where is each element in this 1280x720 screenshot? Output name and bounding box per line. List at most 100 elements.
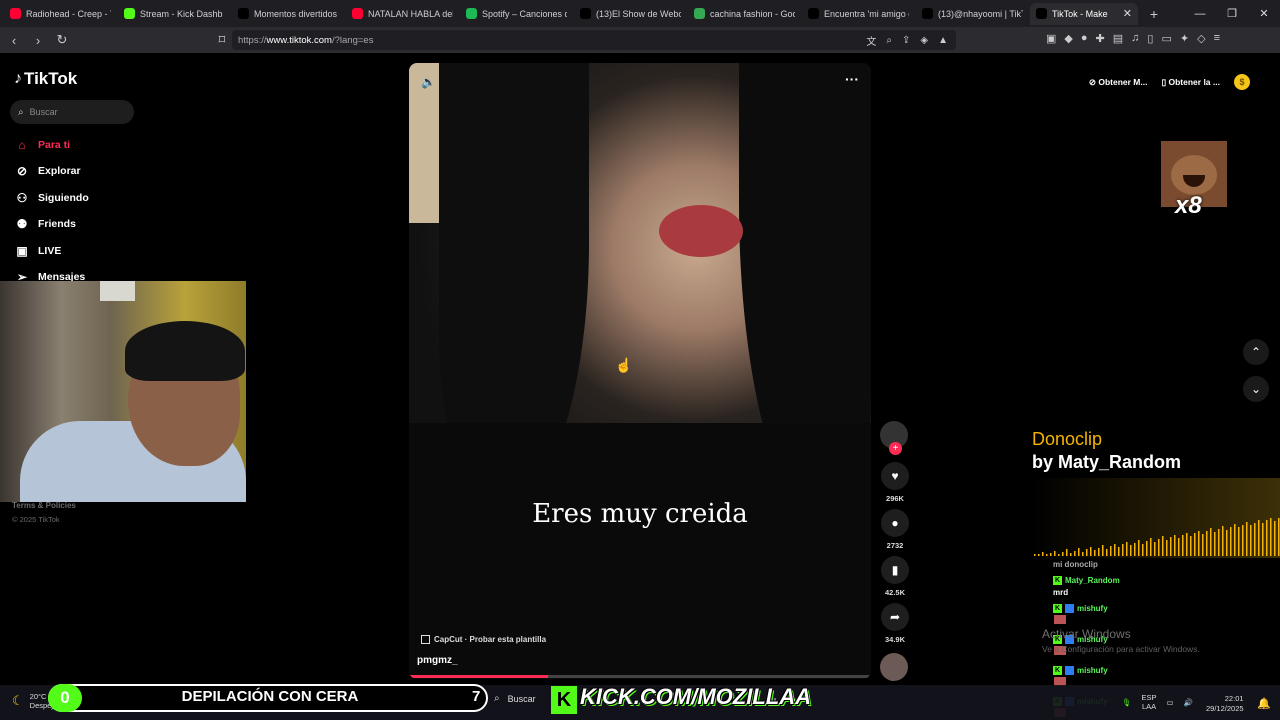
music-disc[interactable] xyxy=(880,653,908,681)
coin-icon[interactable]: $ xyxy=(1234,74,1250,90)
browser-tab[interactable]: TikTok - Make ✕ xyxy=(1030,2,1138,25)
browser-tab[interactable]: (13)El Show de Webon xyxy=(574,3,687,25)
reload-icon[interactable]: ↻ xyxy=(52,30,72,50)
tab-favicon-icon xyxy=(694,8,705,19)
comment-icon[interactable]: ● xyxy=(881,509,909,537)
live-icon: ▣ xyxy=(16,243,28,258)
follow-plus-icon[interactable]: + xyxy=(889,442,902,455)
visualizer-bar xyxy=(1098,548,1100,556)
url-prefix: https:// xyxy=(238,34,267,46)
get-app-label: Obtener la ... xyxy=(1168,76,1221,87)
like-icon[interactable]: ♥ xyxy=(881,462,909,490)
comment-action[interactable]: ● 2732 xyxy=(880,509,910,550)
sidebar-item-live[interactable]: ▣ LIVE xyxy=(14,244,61,258)
new-tab-button[interactable]: + xyxy=(1145,5,1163,23)
chat-avatar xyxy=(1054,615,1066,624)
visualizer-bar xyxy=(1058,554,1060,556)
get-coins-button[interactable]: ⊘ Obtener M... xyxy=(1089,77,1148,88)
visualizer-bar xyxy=(1178,538,1180,556)
search-input[interactable]: ⌕ Buscar xyxy=(10,100,134,124)
visualizer-bar xyxy=(1210,528,1212,556)
extension-icon[interactable]: ▤ xyxy=(1113,32,1123,45)
visualizer-bar xyxy=(1174,535,1176,556)
taskbar-search[interactable]: ⌕ Buscar xyxy=(494,693,536,704)
sidebar-item-para-ti[interactable]: ⌂ Para ti xyxy=(14,138,70,152)
maximize-button[interactable]: ❐ xyxy=(1216,7,1248,20)
volume-icon[interactable]: 🔈 xyxy=(421,75,436,89)
like-action[interactable]: ♥ 296K xyxy=(880,462,910,503)
next-video-button[interactable]: ⌄ xyxy=(1243,376,1269,402)
get-coins-label: Obtener M... xyxy=(1098,76,1148,87)
bookmark-icon[interactable]: ⌑ xyxy=(212,30,232,50)
visualizer-bar xyxy=(1218,529,1220,556)
chat-username[interactable]: K Maty_Random xyxy=(1053,576,1120,585)
tiktok-logo[interactable]: ♪ TikTok xyxy=(14,69,77,89)
notification-bell-icon[interactable]: 🔔 xyxy=(1257,697,1271,710)
taskbar-clock[interactable]: 22:01 29/12/2025 xyxy=(1206,694,1244,714)
visualizer-bar xyxy=(1206,531,1208,556)
browser-tab[interactable]: NATALAN HABLA del T xyxy=(346,3,459,25)
more-options-icon[interactable]: ··· xyxy=(845,71,859,87)
close-window-button[interactable]: ✕ xyxy=(1248,7,1280,20)
forward-icon[interactable]: › xyxy=(28,30,48,50)
address-bar[interactable]: https://www.tiktok.com/?lang=es 文 ⌕ ⇪ ◈ … xyxy=(232,30,956,50)
browser-tab[interactable]: Encuentra 'mi amigo g xyxy=(802,3,915,25)
previous-video-button[interactable]: ⌃ xyxy=(1243,339,1269,365)
capcut-template-link[interactable]: CapCut · Probar esta plantilla xyxy=(421,635,546,644)
visualizer-bar xyxy=(1106,549,1108,556)
extension-icon[interactable]: ● xyxy=(1081,32,1088,45)
browser-tab[interactable]: (13)@nhayoomi | TikTo xyxy=(916,3,1029,25)
chat-username[interactable]: Kmishufy xyxy=(1053,604,1108,613)
browser-tab[interactable]: Spotify – Canciones qu xyxy=(460,3,573,25)
shield-icon[interactable]: ◈ xyxy=(920,35,928,46)
browser-tab[interactable]: Stream - Kick Dashb xyxy=(118,3,231,25)
terms-link[interactable]: Terms & Policies xyxy=(12,501,76,510)
wallet-icon[interactable]: ▭ xyxy=(1161,32,1171,45)
menu-icon[interactable]: ≡ xyxy=(1214,32,1220,45)
browser-tab[interactable]: Momentos divertidos xyxy=(232,3,345,25)
minimize-button[interactable]: — xyxy=(1184,8,1216,20)
share-page-icon[interactable]: ⇪ xyxy=(902,35,910,46)
get-app-button[interactable]: ▯ Obtener la ... xyxy=(1161,77,1220,88)
visualizer-bar xyxy=(1222,526,1224,556)
close-tab-icon[interactable]: ✕ xyxy=(1123,7,1132,20)
sidebar-item-siguiendo[interactable]: ⚇ Siguiendo xyxy=(14,191,89,205)
vpn-icon[interactable]: ◇ xyxy=(1197,32,1205,45)
chat-username[interactable]: Kmishufy xyxy=(1053,666,1108,675)
mic-icon[interactable]: 🎙 xyxy=(1122,698,1132,707)
video-player[interactable]: 🔈 ··· ☝ Eres muy creida CapCut · Probar … xyxy=(409,63,871,679)
sparkle-icon[interactable]: ✦ xyxy=(1180,32,1189,45)
sidebar-item-explorar[interactable]: ⊘ Explorar xyxy=(14,164,81,178)
sidebar-item-friends[interactable]: ⚉ Friends xyxy=(14,217,76,231)
search-placeholder: Buscar xyxy=(29,107,58,117)
weather-widget[interactable]: ☾ 20°C Despej xyxy=(12,692,53,710)
browser-tab[interactable]: cachina fashion - Goog xyxy=(688,3,801,25)
zoom-icon[interactable]: ⌕ xyxy=(886,35,892,46)
browser-tab[interactable]: Radiohead - Creep - Yo xyxy=(4,3,117,25)
puzzle-icon[interactable]: ✚ xyxy=(1096,32,1105,45)
video-author[interactable]: pmgmz_ xyxy=(417,655,458,666)
visualizer-bar xyxy=(1054,551,1056,556)
share-action[interactable]: ➦ 34.9K xyxy=(880,603,910,644)
translate-icon[interactable]: 文 xyxy=(866,33,876,48)
visualizer-bar xyxy=(1090,547,1092,556)
share-count: 34.9K xyxy=(884,635,905,644)
browser-tab-strip: Radiohead - Creep - Yo Stream - Kick Dash… xyxy=(0,0,1280,27)
back-icon[interactable]: ‹ xyxy=(4,30,24,50)
like-count: 296K xyxy=(886,494,904,503)
music-icon[interactable]: ♫ xyxy=(1131,32,1139,45)
bookmark-icon[interactable]: ▮ xyxy=(881,556,909,584)
language-indicator[interactable]: ESP LAA xyxy=(1142,693,1157,711)
streamer-webcam xyxy=(0,281,246,502)
lang-primary: ESP xyxy=(1141,693,1157,702)
share-icon[interactable]: ➦ xyxy=(881,603,909,631)
sidebar-icon[interactable]: ▯ xyxy=(1147,32,1153,45)
extension-icon[interactable]: ◆ xyxy=(1064,32,1072,45)
bookmark-action[interactable]: ▮ 42.5K xyxy=(880,556,910,597)
speaker-icon[interactable]: 🔊 xyxy=(1184,698,1193,707)
rewards-icon[interactable]: ▲ xyxy=(938,35,948,46)
extension-icon[interactable]: ▣ xyxy=(1046,32,1056,45)
network-icon[interactable]: ▭ xyxy=(1167,698,1174,707)
visualizer-bar xyxy=(1126,542,1128,556)
video-progress-bar[interactable] xyxy=(409,675,871,678)
